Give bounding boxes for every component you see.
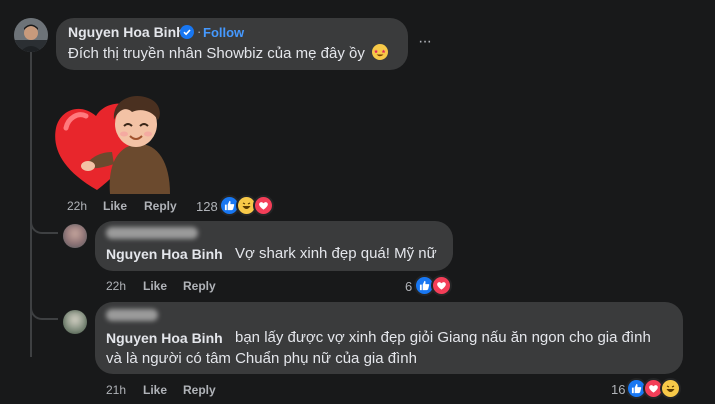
avatar[interactable] [63,310,87,334]
love-icon [253,195,274,216]
blurred-name [106,227,198,239]
like-button[interactable]: Like [143,279,167,293]
reaction-count[interactable]: 16 [611,382,625,397]
reaction-icons[interactable] [626,378,681,399]
reply-button[interactable]: Reply [183,279,216,293]
verified-badge-icon [180,25,194,39]
blurred-name [106,309,158,321]
tagged-author[interactable]: Nguyen Hoa Binh [106,246,223,262]
tagged-author[interactable]: Nguyen Hoa Binh [106,330,223,346]
reply-text: Vợ shark xinh đẹp quá! Mỹ nữ [235,245,437,262]
thread-curve [30,218,58,234]
avatar-blurred [63,224,87,248]
comment-author[interactable]: Nguyen Hoa Binh [68,24,185,40]
love-icon [431,275,452,296]
like-button[interactable]: Like [103,199,127,213]
more-options-button[interactable]: ··· [418,33,432,51]
laugh-icon [660,378,681,399]
sticker-image [52,90,174,198]
reply-text-line2: và là người có tâm Chuẩn phụ nữ của gia … [106,350,417,367]
profile-photo [14,18,48,52]
reply-button[interactable]: Reply [183,383,216,397]
reaction-count[interactable]: 128 [196,199,218,214]
comment-text-content: Đích thị truyền nhân Showbiz của mẹ đây … [68,45,365,62]
reply-text-line1: bạn lấy được vợ xinh đẹp giỏi Giang nấu … [235,329,651,346]
star-struck-emoji-icon [372,44,389,64]
reply-button[interactable]: Reply [144,199,177,213]
reply-time[interactable]: 21h [106,383,126,397]
comment-time[interactable]: 22h [67,199,87,213]
reaction-count[interactable]: 6 [405,279,412,294]
separator-dot: · [197,24,202,39]
avatar[interactable] [63,224,87,248]
reaction-icons[interactable] [414,275,452,296]
avatar-blurred [63,310,87,334]
reaction-icons[interactable] [219,195,274,216]
like-button[interactable]: Like [143,383,167,397]
thread-curve [30,304,58,320]
follow-link[interactable]: Follow [203,25,244,40]
reply-time[interactable]: 22h [106,279,126,293]
comment-text: Đích thị truyền nhân Showbiz của mẹ đây … [68,44,389,64]
avatar[interactable] [14,18,48,52]
